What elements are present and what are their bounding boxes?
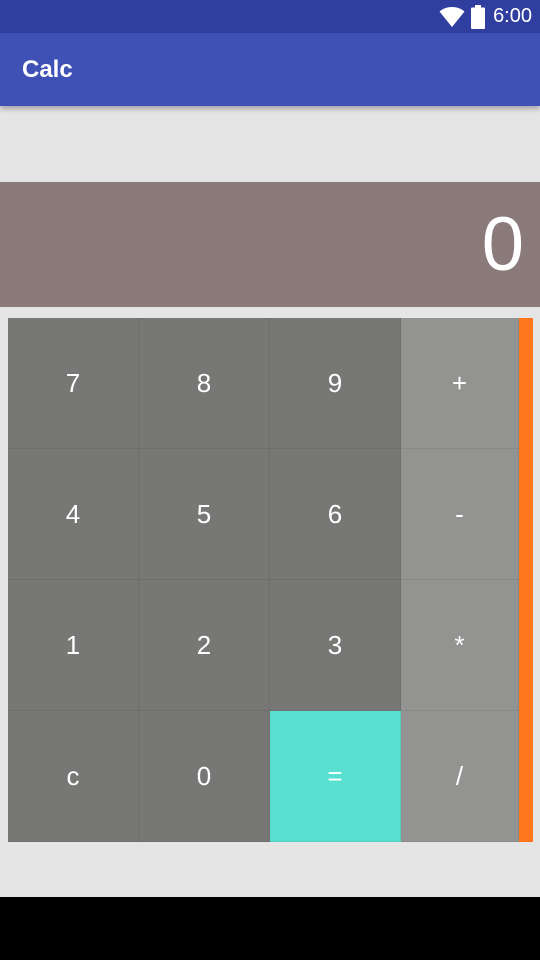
key-0[interactable]: 0 [139, 711, 270, 842]
key-9[interactable]: 9 [270, 318, 401, 449]
key-3[interactable]: 3 [270, 580, 401, 711]
key-7[interactable]: 7 [8, 318, 139, 449]
app-bar: Calc [0, 33, 540, 106]
side-panel-strip[interactable] [519, 318, 533, 842]
key-clear[interactable]: c [8, 711, 139, 842]
wifi-icon [439, 6, 465, 28]
key-4[interactable]: 4 [8, 449, 139, 580]
key-1[interactable]: 1 [8, 580, 139, 711]
key-divide[interactable]: / [401, 711, 519, 842]
key-8[interactable]: 8 [139, 318, 270, 449]
key-minus[interactable]: - [401, 449, 519, 580]
status-bar: 6:00 [0, 0, 540, 33]
battery-icon [471, 4, 486, 29]
key-equals[interactable]: = [270, 711, 401, 842]
navigation-bar [0, 897, 540, 960]
app-title: Calc [22, 55, 73, 83]
keypad: 7 8 9 + 4 5 6 - 1 2 3 * c 0 = / [8, 318, 533, 842]
result-display: 0 [0, 182, 540, 307]
key-5[interactable]: 5 [139, 449, 270, 580]
key-2[interactable]: 2 [139, 580, 270, 711]
display-value: 0 [481, 201, 524, 287]
status-time: 6:00 [493, 5, 532, 27]
key-plus[interactable]: + [401, 318, 519, 449]
key-6[interactable]: 6 [270, 449, 401, 580]
key-multiply[interactable]: * [401, 580, 519, 711]
